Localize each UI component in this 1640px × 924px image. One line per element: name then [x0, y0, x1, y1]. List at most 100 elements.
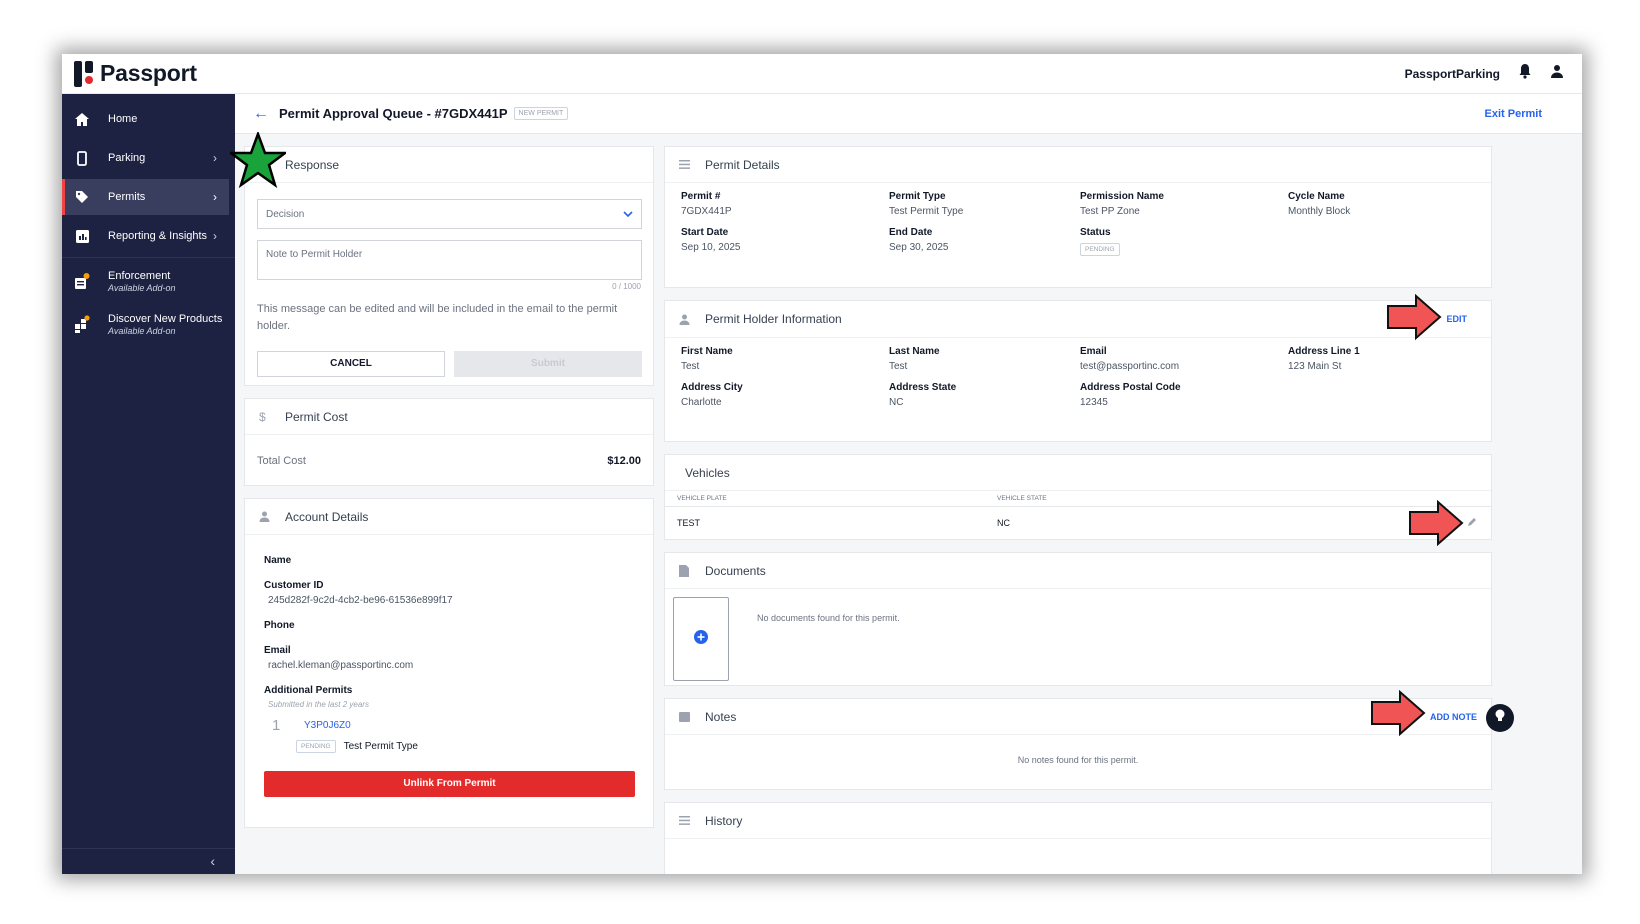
account-details-title: Account Details — [285, 509, 369, 524]
arrow-annotation-icon — [1371, 690, 1426, 736]
help-bubble-button[interactable] — [1486, 704, 1514, 732]
add-document-button[interactable] — [673, 597, 729, 681]
page-header: ← Permit Approval Queue - #7GDX441P NEW … — [235, 94, 1582, 134]
address-city-label: Address City — [681, 382, 743, 393]
permit-holder-card: Permit Holder Information EDIT First Nam… — [664, 300, 1492, 442]
postal-code-label: Address Postal Code — [1080, 382, 1181, 393]
first-name-label: First Name — [681, 346, 733, 357]
last-name-label: Last Name — [889, 346, 940, 357]
account-email-value: rachel.kleman@passportinc.com — [268, 660, 414, 671]
additional-permits-sublabel: Submitted in the last 2 years — [268, 700, 369, 709]
permit-details-card: Permit Details Permit # 7GDX441P Permit T… — [664, 146, 1492, 288]
dollar-icon: $ — [259, 409, 266, 424]
user-icon[interactable] — [1550, 64, 1564, 83]
permit-type-label: Permit Type — [889, 191, 946, 202]
plus-circle-icon — [694, 629, 708, 649]
response-title: Response — [285, 157, 340, 172]
sidebar: Home Parking › Permits › Reporting & Ins… — [62, 94, 235, 874]
decision-select[interactable]: Decision — [257, 199, 642, 229]
note-field[interactable]: Note to Permit Holder — [257, 240, 642, 280]
star-annotation-icon — [230, 132, 286, 188]
response-card: Response Decision Note to Permit Holder … — [244, 146, 654, 386]
sidebar-item-label: Parking — [108, 152, 146, 164]
sidebar-item-label: Permits — [108, 191, 146, 203]
sidebar-item-permits[interactable]: Permits › — [62, 179, 229, 215]
end-date-label: End Date — [889, 227, 933, 238]
account-email-label: Email — [264, 645, 291, 656]
person-icon — [679, 314, 693, 325]
documents-card: Documents No documents found for this pe… — [664, 552, 1492, 686]
notes-title: Notes — [705, 709, 737, 724]
edit-holder-button[interactable]: EDIT — [1446, 314, 1467, 324]
unlink-from-permit-button[interactable]: Unlink From Permit — [264, 771, 635, 797]
sidebar-item-enforcement[interactable]: Enforcement Available Add-on — [62, 261, 229, 301]
permit-cost-title: Permit Cost — [285, 409, 348, 424]
sidebar-item-label: Home — [108, 113, 138, 125]
total-cost-value: $12.00 — [607, 455, 641, 467]
pencil-icon[interactable] — [1467, 517, 1477, 529]
list-icon — [679, 816, 693, 825]
address-state-label: Address State — [889, 382, 957, 393]
add-note-button[interactable]: ADD NOTE — [1430, 712, 1477, 722]
vehicles-title: Vehicles — [685, 465, 730, 480]
notes-empty-text: No notes found for this permit. — [1017, 755, 1139, 765]
home-icon — [74, 111, 90, 127]
status-label: Status — [1080, 227, 1111, 238]
vehicle-row: TEST NC — [665, 507, 1491, 539]
arrow-annotation-icon — [1409, 500, 1464, 546]
sidebar-item-reporting[interactable]: Reporting & Insights › — [62, 218, 229, 254]
sidebar-item-discover[interactable]: Discover New Products Available Add-on — [62, 304, 229, 344]
permit-number-label: Permit # — [681, 191, 721, 202]
org-name[interactable]: PassportParking — [1405, 67, 1500, 81]
last-name-value: Test — [889, 361, 908, 372]
note-placeholder: Note to Permit Holder — [266, 249, 363, 260]
postal-code-value: 12345 — [1080, 397, 1108, 408]
decision-placeholder: Decision — [266, 208, 305, 220]
sidebar-item-parking[interactable]: Parking › — [62, 140, 229, 176]
new-permit-badge: NEW PERMIT — [513, 107, 569, 120]
address-line-label: Address Line 1 — [1288, 346, 1360, 357]
address-city-value: Charlotte — [681, 397, 722, 408]
vehicle-plate-header: VEHICLE PLATE — [677, 495, 727, 502]
back-arrow-icon[interactable]: ← — [253, 105, 269, 123]
sidebar-item-label: Discover New Products — [108, 312, 223, 325]
permit-holder-title: Permit Holder Information — [705, 312, 842, 326]
cycle-name-value: Monthly Block — [1288, 206, 1351, 217]
account-details-card: Account Details Name Customer ID 245d282… — [244, 498, 654, 828]
document-icon — [679, 564, 693, 577]
start-date-label: Start Date — [681, 227, 729, 238]
permission-name-value: Test PP Zone — [1080, 206, 1140, 217]
notes-card: Notes ADD NOTE No notes found for this p… — [664, 698, 1492, 790]
sidebar-item-home[interactable]: Home — [62, 101, 229, 137]
collapse-sidebar-button[interactable]: ‹ — [62, 848, 235, 874]
customer-id-label: Customer ID — [264, 580, 324, 591]
history-card: History — [664, 802, 1492, 874]
exit-permit-link[interactable]: Exit Permit — [1485, 108, 1542, 120]
additional-permit-link[interactable]: Y3P0J6Z0 — [304, 720, 351, 731]
end-date-value: Sep 30, 2025 — [889, 242, 949, 253]
additional-permit-status: PENDING — [296, 740, 336, 753]
char-counter: 0 / 1000 — [612, 282, 641, 291]
cancel-button[interactable]: CANCEL — [257, 351, 445, 377]
help-text: This message can be edited and will be i… — [257, 303, 618, 332]
vehicle-state-header: VEHICLE STATE — [997, 495, 1047, 502]
vehicle-plate-value: TEST — [677, 518, 701, 528]
status-badge: PENDING — [1080, 243, 1120, 256]
documents-empty-text: No documents found for this permit. — [757, 613, 900, 623]
customer-id-value: 245d282f-9c2d-4cb2-be96-61536e899f17 — [268, 595, 453, 606]
phone-icon — [74, 150, 90, 166]
chevron-down-icon — [623, 209, 633, 220]
logo: Passport — [74, 60, 197, 87]
chevron-right-icon: › — [213, 151, 217, 165]
sidebar-item-label: Enforcement — [108, 269, 171, 282]
tag-icon — [74, 189, 90, 205]
address-state-value: NC — [889, 397, 904, 408]
passport-logo-icon — [74, 60, 94, 87]
permission-name-label: Permission Name — [1080, 191, 1164, 202]
bell-icon[interactable] — [1518, 63, 1532, 84]
address-line-value: 123 Main St — [1288, 361, 1342, 372]
submit-button[interactable]: Submit — [454, 351, 642, 377]
chart-icon — [74, 228, 90, 244]
chevron-right-icon: › — [213, 229, 217, 243]
enforcement-icon — [74, 273, 90, 289]
